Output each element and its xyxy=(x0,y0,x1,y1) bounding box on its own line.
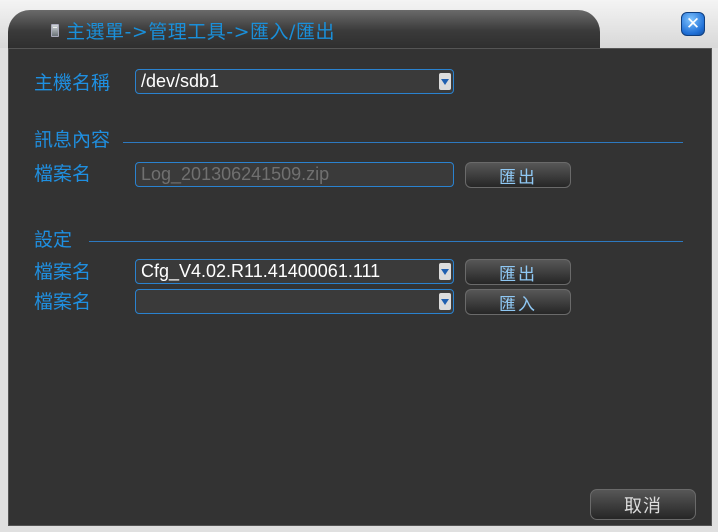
config-export-file-value: Cfg_V4.02.R11.41400061.111 xyxy=(141,261,381,281)
config-import-button[interactable]: 匯入 xyxy=(465,289,571,315)
settings-section-heading: 設定 xyxy=(34,229,73,251)
disk-icon xyxy=(51,24,59,37)
cancel-button[interactable]: 取消 xyxy=(590,489,696,520)
device-select[interactable]: /dev/sdb1 xyxy=(135,69,454,94)
config-export-button[interactable]: 匯出 xyxy=(465,259,571,285)
breadcrumb-title: 主選單->管理工具->匯入/匯出 xyxy=(66,21,335,43)
close-icon: ✕ xyxy=(685,14,701,34)
chevron-down-icon[interactable] xyxy=(439,293,451,310)
log-export-button[interactable]: 匯出 xyxy=(465,162,571,188)
config-import-file-label: 檔案名 xyxy=(34,291,92,313)
config-import-file-value xyxy=(141,291,159,311)
device-select-value: /dev/sdb1 xyxy=(141,71,220,91)
close-button[interactable]: ✕ xyxy=(681,12,705,36)
log-file-field: Log_201306241509.zip xyxy=(135,162,454,187)
config-import-file-select[interactable] xyxy=(135,289,454,314)
config-export-file-label: 檔案名 xyxy=(34,261,92,283)
chevron-down-icon[interactable] xyxy=(439,73,451,90)
log-section-heading: 訊息內容 xyxy=(34,129,111,151)
log-file-label: 檔案名 xyxy=(34,163,92,185)
log-section-divider xyxy=(123,142,683,143)
host-name-label: 主機名稱 xyxy=(34,72,111,94)
chevron-down-icon[interactable] xyxy=(439,263,451,280)
config-export-file-select[interactable]: Cfg_V4.02.R11.41400061.111 xyxy=(135,259,454,284)
settings-section-divider xyxy=(89,241,683,242)
content-panel: 主機名稱 /dev/sdb1 訊息內容 檔案名 Log_201306241509… xyxy=(8,48,712,526)
title-tab: 主選單->管理工具->匯入/匯出 xyxy=(8,10,600,48)
title-bar: 主選單->管理工具->匯入/匯出 ✕ xyxy=(0,0,718,48)
import-export-dialog: 主選單->管理工具->匯入/匯出 ✕ 主機名稱 /dev/sdb1 訊息內容 檔… xyxy=(0,0,718,532)
